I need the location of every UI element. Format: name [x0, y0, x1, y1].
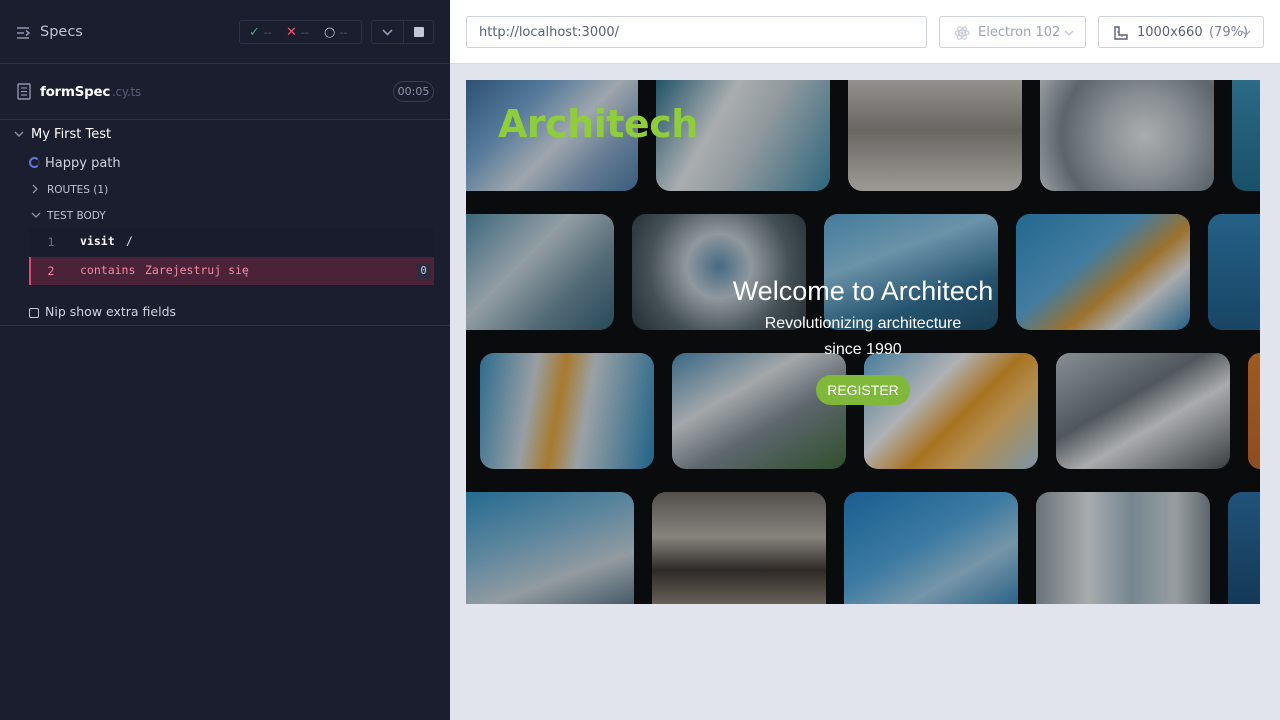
- document-icon: [17, 83, 31, 100]
- building-photo: [480, 353, 654, 469]
- run-controls: [371, 20, 434, 44]
- extra-fields-checkbox[interactable]: [29, 308, 39, 318]
- passed-count: --: [263, 26, 272, 39]
- chevron-down-icon: [382, 29, 393, 36]
- specs-header: Specs ✓ -- ✕ -- ○ --: [0, 0, 450, 64]
- extra-fields-row[interactable]: Nip show extra fields: [0, 298, 450, 326]
- hero-title: Welcome to Architech: [732, 276, 994, 306]
- command-number: 1: [47, 235, 55, 249]
- reporter-panel: Specs ✓ -- ✕ -- ○ -- formSpec .cy.ts 00:…: [0, 0, 450, 720]
- spec-file-name[interactable]: formSpec .cy.ts: [40, 84, 141, 100]
- hero-subtitle: Revolutionizing architecture: [764, 315, 962, 332]
- stop-button[interactable]: [404, 21, 434, 43]
- command-name: visit: [80, 234, 115, 248]
- test-body-section[interactable]: TEST BODY: [47, 210, 106, 222]
- failed-count: --: [300, 26, 309, 39]
- browser-selector[interactable]: Electron 102: [939, 16, 1086, 48]
- building-photo: [632, 214, 806, 330]
- building-photo: [466, 214, 614, 330]
- failed-stat: ✕ --: [286, 25, 309, 40]
- expand-toggle-button[interactable]: [372, 21, 403, 43]
- url-bar[interactable]: http://localhost:3000/: [466, 16, 927, 48]
- building-photo: [1228, 492, 1260, 604]
- building-photo: [1208, 214, 1260, 330]
- pending-stat: ○ --: [324, 25, 347, 40]
- x-icon: ✕: [286, 25, 297, 40]
- extra-fields-label[interactable]: Nip show extra fields: [45, 304, 176, 319]
- run-duration: 00:05: [393, 81, 434, 102]
- pending-count: --: [339, 26, 348, 39]
- building-photo: [1036, 492, 1210, 604]
- specs-title[interactable]: Specs: [40, 24, 83, 40]
- suite-title[interactable]: My First Test: [31, 127, 111, 142]
- building-photo: [652, 492, 826, 604]
- command-row-failed[interactable]: 2 contains Zarejestruj się 0: [29, 257, 434, 285]
- run-stats: ✓ -- ✕ -- ○ --: [239, 20, 362, 44]
- chevron-down-icon: [1064, 30, 1074, 36]
- chevron-down-icon[interactable]: [31, 211, 41, 219]
- register-button[interactable]: REGISTER: [816, 375, 910, 405]
- electron-icon: [954, 26, 970, 40]
- routes-section[interactable]: ROUTES (1): [47, 184, 108, 196]
- specs-list-icon[interactable]: [16, 22, 32, 44]
- building-photo: [466, 492, 634, 604]
- aut-toolbar: http://localhost:3000/ Electron 102 1000…: [450, 0, 1280, 64]
- command-name: contains: [80, 263, 136, 277]
- building-photo: [1016, 214, 1190, 330]
- command-message: Zarejestruj się: [145, 263, 249, 277]
- hero-subtitle-year: since 1990: [824, 341, 902, 358]
- building-photo: [1248, 353, 1260, 469]
- command-row[interactable]: 1 visit /: [29, 228, 434, 256]
- building-photo: [672, 353, 846, 469]
- spec-file-basename: formSpec: [40, 84, 111, 100]
- passed-stat: ✓ --: [249, 25, 272, 40]
- building-photo: [1056, 353, 1230, 469]
- spec-file-header: formSpec .cy.ts 00:05: [0, 64, 450, 120]
- browser-name: Electron 102: [978, 25, 1061, 40]
- viewport-size: 1000x660: [1137, 25, 1203, 40]
- building-photo: [824, 214, 998, 330]
- running-spinner-icon: [29, 157, 40, 168]
- chevron-right-icon[interactable]: [31, 184, 39, 194]
- building-photo: [848, 80, 1022, 191]
- pending-icon: ○: [324, 25, 336, 40]
- building-photo: [1040, 80, 1214, 191]
- building-photo: [1232, 80, 1260, 191]
- element-count-badge: 0: [417, 264, 430, 279]
- stop-icon: [414, 27, 424, 37]
- command-number: 2: [47, 264, 55, 278]
- building-photo: [864, 353, 1038, 469]
- chevron-down-icon: [1241, 30, 1251, 36]
- building-photo: [844, 492, 1018, 604]
- chevron-down-icon[interactable]: [14, 130, 24, 138]
- url-text: http://localhost:3000/: [479, 25, 620, 40]
- app-preview: Architech Welcome to Architech Revolutio…: [466, 80, 1260, 604]
- viewport-selector[interactable]: 1000x660 (79%): [1098, 16, 1264, 48]
- ruler-icon: [1114, 26, 1128, 40]
- command-message: /: [126, 234, 133, 248]
- test-title[interactable]: Happy path: [45, 156, 121, 171]
- spec-file-extension: .cy.ts: [112, 85, 141, 99]
- check-icon: ✓: [249, 25, 260, 40]
- architech-logo[interactable]: Architech: [498, 102, 698, 146]
